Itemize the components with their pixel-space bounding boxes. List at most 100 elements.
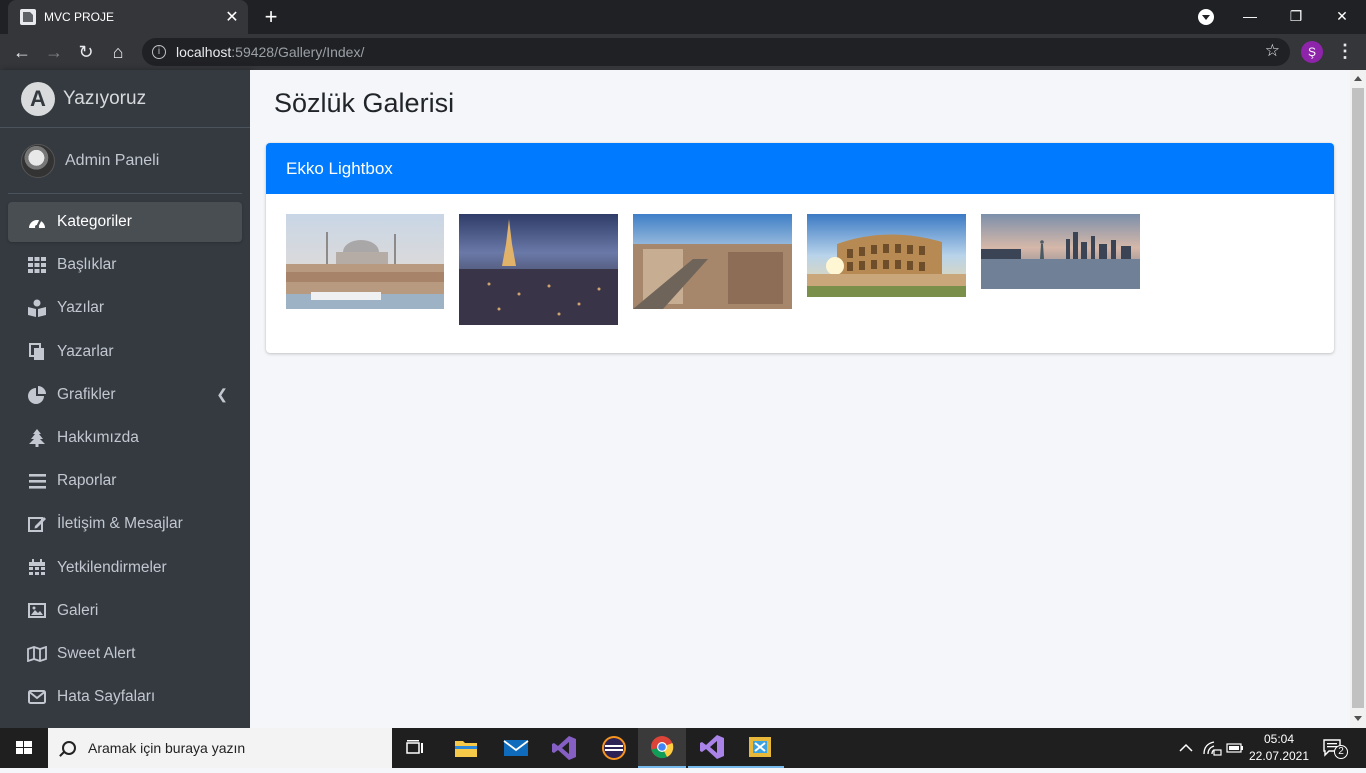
edit-icon <box>26 513 48 535</box>
page-scrollbar[interactable] <box>1350 70 1366 728</box>
browser-menu-icon[interactable]: ⋮ <box>1336 40 1354 64</box>
book-reader-icon <box>26 297 48 319</box>
visual-studio-running-icon[interactable] <box>688 728 736 768</box>
sidebar-item-sweet-alert[interactable]: Sweet Alert <box>8 634 242 674</box>
profile-avatar[interactable]: Ş <box>1301 41 1323 63</box>
sidebar-item-iletisim[interactable]: İletişim & Mesajlar <box>8 504 242 544</box>
visual-studio-icon[interactable] <box>540 728 588 768</box>
sidebar-item-kategoriler[interactable]: Kategoriler <box>8 202 242 242</box>
sidebar-item-label: Yazılar <box>57 299 105 317</box>
sidebar-item-label: Hata Sayfaları <box>57 688 156 706</box>
tab-close-icon[interactable]: ✕ <box>222 7 242 27</box>
url-path: :59428/Gallery/Index/ <box>231 44 365 60</box>
browser-tab-bar: MVC PROJE ✕ + — ❐ ✕ <box>0 0 1366 34</box>
sidebar-item-yetkilendirmeler[interactable]: Yetkilendirmeler <box>8 548 242 588</box>
sidebar-item-label: Grafikler <box>57 385 116 403</box>
clock-date: 22.07.2021 <box>1248 749 1310 763</box>
minimize-icon[interactable]: — <box>1227 0 1273 34</box>
taskbar: Aramak için buraya yazın 05:04 22.07.202… <box>0 728 1366 768</box>
scroll-down-icon[interactable] <box>1354 716 1362 721</box>
clock-time: 05:04 <box>1263 732 1295 746</box>
brand-link[interactable]: Yazıyoruz <box>0 70 250 128</box>
sidebar-item-label: Kategoriler <box>57 213 132 230</box>
map-icon <box>26 643 48 665</box>
sidebar-item-galeri[interactable]: Galeri <box>8 591 242 631</box>
chrome-icon[interactable] <box>638 728 686 768</box>
battery-icon[interactable] <box>1226 728 1244 768</box>
sidebar: Yazıyoruz Admin Paneli Kategoriler Başlı… <box>0 70 250 728</box>
sidebar-item-basliklar[interactable]: Başlıklar <box>8 245 242 285</box>
sidebar-item-raporlar[interactable]: Raporlar <box>8 461 242 501</box>
scroll-up-icon[interactable] <box>1354 76 1362 81</box>
app-icon[interactable] <box>736 728 784 768</box>
istanbul-thumbnail[interactable] <box>286 214 444 309</box>
page-title: Sözlük Galerisi <box>274 88 455 118</box>
browser-toolbar: ← → ↻ ⌂ i localhost:59428/Gallery/Index/… <box>0 34 1366 70</box>
taskbar-search-placeholder: Aramak için buraya yazın <box>88 740 246 756</box>
pie-chart-icon <box>26 384 48 406</box>
envelope-icon <box>26 686 48 708</box>
sidebar-item-label: Yetkilendirmeler <box>57 558 167 576</box>
user-panel[interactable]: Admin Paneli <box>8 128 242 194</box>
tree-icon <box>26 427 48 449</box>
file-explorer-icon[interactable] <box>442 728 490 768</box>
content-wrapper: Sözlük Galerisi Ekko Lightbox <box>250 70 1350 728</box>
back-icon[interactable]: ← <box>8 38 36 66</box>
scrollbar-thumb[interactable] <box>1352 88 1364 708</box>
card-title: Ekko Lightbox <box>266 143 1334 194</box>
home-icon[interactable]: ⌂ <box>104 38 132 66</box>
sidebar-item-hakkimizda[interactable]: Hakkımızda <box>8 418 242 458</box>
browser-tab[interactable]: MVC PROJE ✕ <box>8 0 248 34</box>
brand-logo-icon <box>21 81 55 116</box>
brand-text: Yazıyoruz <box>63 87 147 109</box>
image-icon <box>26 600 48 622</box>
copy-icon <box>26 341 48 363</box>
task-view-icon[interactable] <box>392 728 440 768</box>
network-icon[interactable] <box>1202 728 1222 768</box>
notification-count-badge: 2 <box>1334 745 1348 759</box>
notification-center-icon[interactable]: 2 <box>1322 728 1348 768</box>
user-avatar <box>21 143 55 178</box>
site-info-icon[interactable]: i <box>152 45 166 59</box>
address-bar[interactable]: i localhost:59428/Gallery/Index/ ☆ <box>142 38 1290 66</box>
mail-icon[interactable] <box>492 728 540 768</box>
windows-logo-icon <box>16 741 32 754</box>
show-hidden-icons-icon[interactable] <box>1176 728 1196 768</box>
url-host: localhost <box>176 44 232 60</box>
new-york-thumbnail[interactable] <box>981 214 1140 289</box>
eclipse-icon[interactable] <box>590 728 638 768</box>
bookmark-star-icon[interactable]: ☆ <box>1265 41 1280 61</box>
start-button[interactable] <box>0 728 48 768</box>
tachometer-icon <box>26 211 48 233</box>
chevron-left-icon: ❮ <box>216 386 228 403</box>
sidebar-item-label: Hakkımızda <box>57 428 139 446</box>
search-icon <box>62 741 76 755</box>
sidebar-item-hata-sayfalari[interactable]: Hata Sayfaları <box>8 677 242 717</box>
system-clock[interactable]: 05:04 22.07.2021 <box>1246 731 1312 765</box>
rome-colosseum-thumbnail[interactable] <box>807 214 966 297</box>
page-favicon-icon <box>20 9 36 25</box>
new-tab-button[interactable]: + <box>258 4 284 30</box>
sidebar-item-grafikler[interactable]: Grafikler ❮ <box>8 375 242 415</box>
calendar-icon <box>26 557 48 579</box>
user-name: Admin Paneli <box>65 151 160 169</box>
sidebar-item-label: Yazarlar <box>57 342 114 360</box>
tab-search-icon[interactable] <box>1198 9 1214 25</box>
window-close-icon[interactable]: ✕ <box>1319 0 1365 34</box>
grid-icon <box>26 254 48 276</box>
sidebar-item-label: Raporlar <box>57 472 117 490</box>
forward-icon[interactable]: → <box>40 38 68 66</box>
gallery-card: Ekko Lightbox <box>266 143 1334 353</box>
sidebar-nav: Kategoriler Başlıklar Yazılar Yazarlar G… <box>0 202 250 717</box>
restore-icon[interactable]: ❐ <box>1273 0 1319 34</box>
paris-thumbnail[interactable] <box>459 214 618 325</box>
taskbar-search-box[interactable]: Aramak için buraya yazın <box>48 728 392 768</box>
sidebar-item-label: Galeri <box>57 601 99 619</box>
sidebar-item-yazilar[interactable]: Yazılar <box>8 288 242 328</box>
tab-title: MVC PROJE <box>44 10 115 24</box>
madrid-thumbnail[interactable] <box>633 214 792 309</box>
sidebar-item-label: Sweet Alert <box>57 644 136 662</box>
sidebar-item-yazarlar[interactable]: Yazarlar <box>8 332 242 372</box>
reload-icon[interactable]: ↻ <box>72 38 100 66</box>
sidebar-item-label: Başlıklar <box>57 256 117 274</box>
